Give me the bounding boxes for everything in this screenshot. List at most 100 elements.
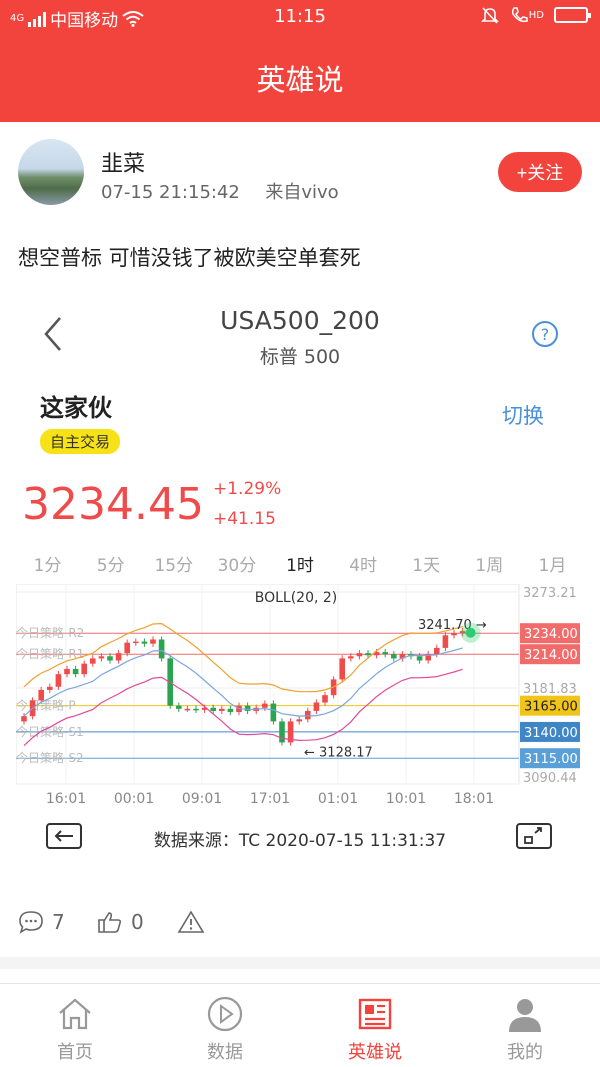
candle-body xyxy=(55,674,62,687)
user-icon xyxy=(509,999,541,1032)
candle-body xyxy=(72,668,79,675)
comment-count: 7 xyxy=(52,910,65,934)
author-name[interactable]: 韭菜 xyxy=(101,146,145,178)
tab-label: 英雄说 xyxy=(348,1042,402,1063)
change-percent: +1.29% xyxy=(213,479,282,499)
candle-body xyxy=(270,703,277,722)
home-icon xyxy=(59,998,91,1030)
candle-body xyxy=(365,653,371,656)
level-price: 3115.00 xyxy=(524,752,578,767)
post-source: 来自vivo xyxy=(265,182,339,203)
timeframe-tab[interactable]: 15分 xyxy=(142,550,205,582)
hd-label: HD xyxy=(528,9,544,21)
live-price-dot xyxy=(465,627,476,638)
post-text: 想空普标 可惜没钱了被欧美空单套死 xyxy=(18,246,361,270)
post-datetime: 07-15 21:15:42 xyxy=(101,182,240,203)
candle-body xyxy=(322,695,328,703)
comment-action[interactable]: 7 xyxy=(18,910,65,934)
boll-lower-line xyxy=(23,668,463,747)
help-icon[interactable]: ? xyxy=(532,321,558,347)
tab-data[interactable]: 数据 xyxy=(150,984,300,1067)
tab-home[interactable]: 首页 xyxy=(0,984,150,1067)
candle-body xyxy=(219,708,225,711)
candle-body xyxy=(313,702,320,711)
candle-body xyxy=(451,633,457,636)
fullscreen-icon[interactable] xyxy=(516,823,552,849)
call-icon xyxy=(511,7,528,23)
follow-button[interactable]: +关注 xyxy=(498,152,582,192)
status-bar: 4G 中国移动 11:15 HD xyxy=(0,0,600,34)
candle-body xyxy=(158,639,165,659)
thumb-up-icon xyxy=(98,912,122,933)
candle-body xyxy=(434,647,440,655)
candle-body xyxy=(115,653,122,661)
candle-body xyxy=(262,703,268,708)
trader-name: 这家伙 xyxy=(40,394,112,422)
battery-icon xyxy=(554,7,591,23)
tab-label: 数据 xyxy=(207,1042,243,1063)
timeframe-tab[interactable]: 1时 xyxy=(268,550,331,582)
tab-label: 我的 xyxy=(507,1042,543,1063)
trade-tag: 自主交易 xyxy=(40,429,121,454)
level-price: 3140.00 xyxy=(524,726,578,741)
x-tick-label: 16:01 xyxy=(46,791,86,807)
candle-body xyxy=(150,639,156,644)
candle-body xyxy=(176,705,182,709)
candle-body xyxy=(21,716,27,722)
trade-card: USA500_200 标普 500 ? 这家伙 切换 自主交易 3234.45 … xyxy=(16,296,584,866)
level-name: 今日策略-S2 xyxy=(16,750,84,765)
bottom-tab-bar: 首页 数据 英雄说 我的 xyxy=(0,983,600,1067)
x-tick-label: 17:01 xyxy=(250,791,290,807)
candle-body xyxy=(442,635,449,648)
candle-body xyxy=(90,658,96,664)
tab-label: 首页 xyxy=(57,1042,93,1063)
symbol-name: 标普 500 xyxy=(259,346,341,368)
chart-footer: 数据来源：TC 2020-07-15 11:31:37 xyxy=(16,820,584,856)
symbol-code: USA500_200 xyxy=(220,306,380,335)
avatar[interactable] xyxy=(18,139,84,205)
candle-body xyxy=(356,653,363,657)
candle-body xyxy=(38,689,44,701)
candle-body xyxy=(382,652,388,655)
candle-body xyxy=(133,641,139,644)
timeframe-tab[interactable]: 1分 xyxy=(16,550,79,582)
warning-icon xyxy=(177,910,205,933)
chart-title: BOLL(20, 2) xyxy=(255,590,338,606)
x-tick-label: 18:01 xyxy=(454,791,494,807)
candle-body xyxy=(141,641,148,644)
post-meta: 07-15 21:15:42 来自vivo xyxy=(101,178,339,204)
level-name: 今日策略-R2 xyxy=(16,625,84,640)
candle-body xyxy=(305,710,311,720)
timeframe-tab[interactable]: 30分 xyxy=(205,550,268,582)
candle-body xyxy=(296,719,302,722)
report-action[interactable] xyxy=(177,910,205,934)
candle-body xyxy=(124,642,130,654)
timeframe-tab[interactable]: 5分 xyxy=(79,550,142,582)
x-tick-label: 09:01 xyxy=(182,791,222,807)
timeframe-tab[interactable]: 4时 xyxy=(332,550,395,582)
y-tick-label: 3181.83 xyxy=(523,682,577,697)
y-tick-label: 3090.44 xyxy=(523,771,577,786)
low-annotation: ← 3128.17 xyxy=(304,745,373,760)
candlestick-chart[interactable]: 今日策略-R2 3234.00今日策略-R1 3214.00今日策略-P 3165.0… xyxy=(16,584,584,812)
level-name: 今日策略-S1 xyxy=(16,724,84,739)
play-icon xyxy=(207,996,243,1032)
level-price: 3234.00 xyxy=(524,627,578,642)
data-source: 数据来源：TC 2020-07-15 11:31:37 xyxy=(153,831,447,851)
tab-heroes[interactable]: 英雄说 xyxy=(300,984,450,1067)
candle-body xyxy=(47,686,53,690)
x-tick-label: 10:01 xyxy=(386,791,426,807)
candle-body xyxy=(391,654,397,659)
post-actions: 7 0 xyxy=(0,900,600,948)
timeframe-tab[interactable]: 1天 xyxy=(395,550,458,582)
timeframe-tab[interactable]: 1周 xyxy=(458,550,521,582)
switch-button[interactable]: 切换 xyxy=(502,400,544,430)
tab-me[interactable]: 我的 xyxy=(450,984,600,1067)
current-price: 3234.45 xyxy=(22,479,204,530)
x-tick-label: 00:01 xyxy=(114,791,154,807)
boll-upper-line xyxy=(23,622,463,693)
timeframe-tab[interactable]: 1月 xyxy=(521,550,584,582)
candle-body xyxy=(81,663,87,675)
like-action[interactable]: 0 xyxy=(97,910,144,934)
status-right: HD xyxy=(480,5,591,25)
